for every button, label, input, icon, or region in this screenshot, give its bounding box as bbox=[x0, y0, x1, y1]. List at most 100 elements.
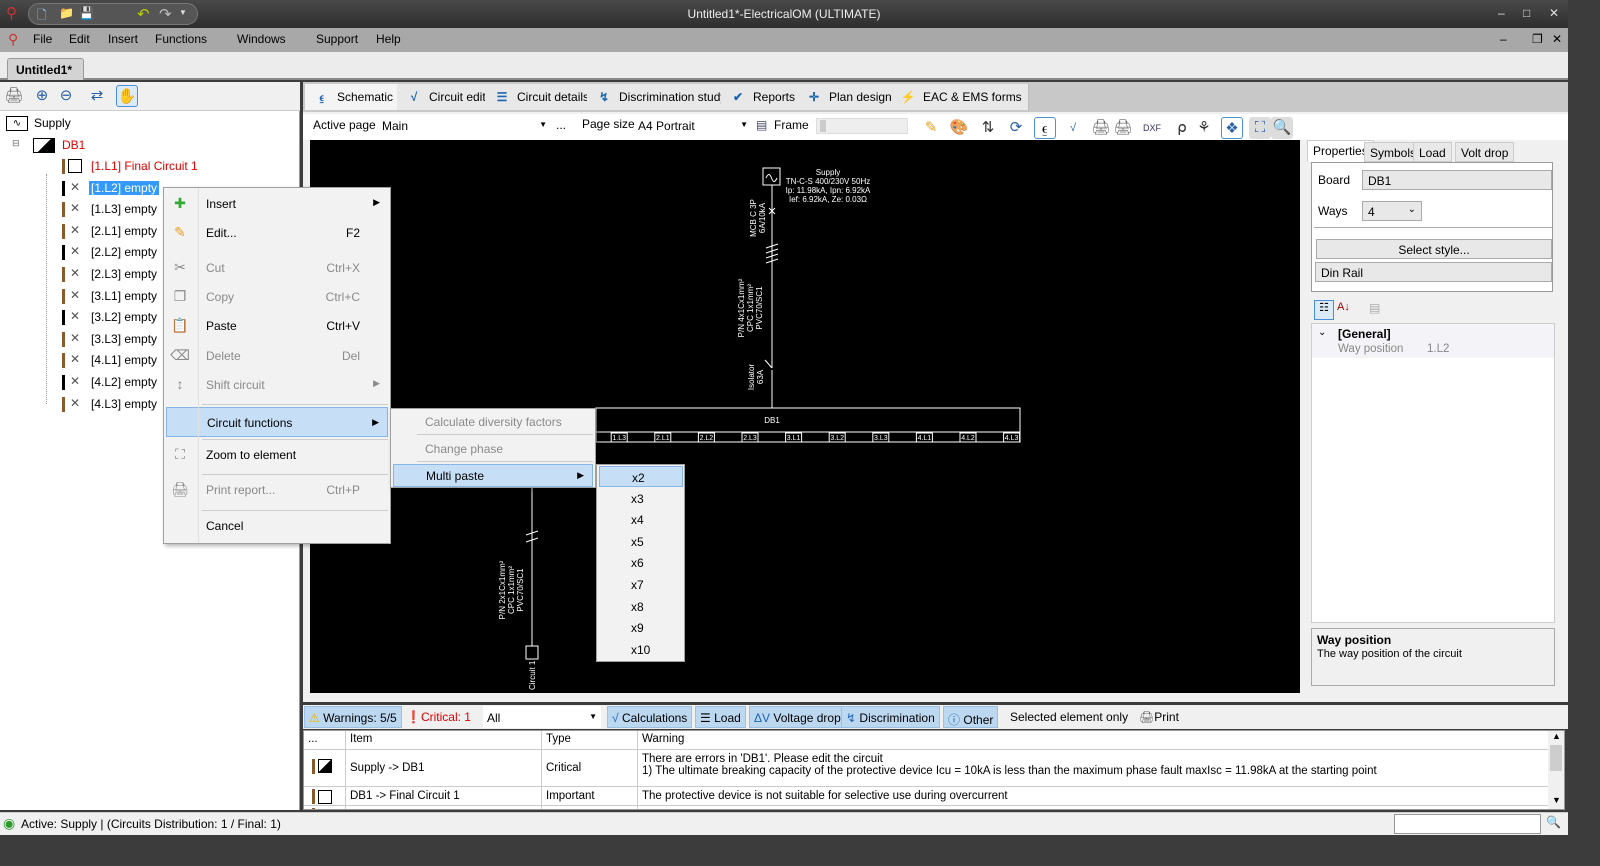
tab-circuit-details[interactable]: ☰ Circuit details bbox=[485, 84, 597, 110]
menu-support[interactable]: Support bbox=[316, 32, 358, 46]
tab-circuit-edit[interactable]: √ Circuit edit bbox=[397, 84, 493, 110]
schematic-view-icon[interactable]: ⍷ bbox=[1034, 117, 1056, 139]
menu-item-cancel[interactable]: Cancel bbox=[166, 513, 388, 539]
load-filter[interactable]: ☰ Load bbox=[695, 706, 746, 728]
menu-item-change-phase[interactable]: Change phase bbox=[393, 436, 593, 462]
categorized-icon[interactable]: ☷ bbox=[1314, 300, 1334, 320]
multi-paste-x5[interactable]: x5 bbox=[599, 531, 683, 552]
multi-paste-x9[interactable]: x9 bbox=[599, 617, 683, 638]
multi-paste-x3[interactable]: x3 bbox=[599, 488, 683, 509]
property-value[interactable]: 1.L2 bbox=[1427, 343, 1449, 355]
column-header[interactable]: Item bbox=[346, 731, 542, 750]
zoom-in-icon[interactable]: ⊕ bbox=[31, 85, 53, 107]
swap-icon[interactable]: ⇄ bbox=[86, 85, 108, 107]
tab-reports[interactable]: ✔ Reports bbox=[721, 84, 803, 110]
search-icon[interactable]: 🔍 bbox=[1546, 815, 1561, 829]
menu-item-cut[interactable]: ✂ Cut Ctrl+X bbox=[166, 255, 388, 281]
ways-select[interactable]: 4 ⌄ bbox=[1362, 201, 1422, 221]
page-more-button[interactable]: ... bbox=[556, 118, 566, 132]
warning-filter-select[interactable]: All ▼ bbox=[483, 706, 601, 728]
table-scrollbar[interactable]: ▲ ▼ bbox=[1548, 731, 1564, 809]
multi-paste-x7[interactable]: x7 bbox=[599, 574, 683, 595]
menu-functions[interactable]: Functions bbox=[155, 32, 207, 46]
menu-windows[interactable]: Windows bbox=[237, 32, 286, 46]
tab-volt-drop[interactable]: Volt drop bbox=[1455, 142, 1515, 162]
multi-paste-x10[interactable]: x10 bbox=[599, 639, 683, 660]
menu-item-circuit-functions[interactable]: Circuit functions ▶ bbox=[166, 407, 388, 437]
calculations-filter[interactable]: √ Calculations bbox=[607, 706, 693, 728]
table-row[interactable]: Supply -> DB1 Critical There are errors in… bbox=[304, 750, 1549, 787]
menu-item-edit[interactable]: ✎ Edit... F2 bbox=[166, 220, 388, 246]
warnings-toggle[interactable]: ⚠ Warnings: 5/5 bbox=[304, 706, 402, 728]
switch-icon[interactable]: ⇅ bbox=[977, 117, 999, 139]
multi-paste-x8[interactable]: x8 bbox=[599, 596, 683, 617]
doc-restore-button[interactable]: ❐ bbox=[1532, 32, 1543, 46]
menu-item-copy[interactable]: ❐ Copy Ctrl+C bbox=[166, 284, 388, 310]
print-multi-icon[interactable]: 🖨 bbox=[1112, 117, 1134, 139]
app-menu-icon[interactable]: ⚲ bbox=[8, 31, 18, 48]
hand-icon[interactable]: ✋ bbox=[116, 85, 138, 107]
multi-paste-x2[interactable]: x2 bbox=[599, 466, 683, 487]
tab-discrimination-study[interactable]: ↯ Discrimination study bbox=[587, 84, 734, 110]
doc-close-button[interactable]: ✕ bbox=[1552, 32, 1562, 46]
zoom-fit-icon[interactable]: ⛶ bbox=[1249, 117, 1271, 139]
menu-item-shift-circuit[interactable]: ↕ Shift circuit ▶ bbox=[166, 372, 388, 398]
minimize-button[interactable]: – bbox=[1498, 6, 1505, 20]
column-header[interactable]: Warning bbox=[638, 731, 1549, 750]
page-size-select[interactable]: A4 Portrait ▼ bbox=[635, 116, 751, 136]
board-name-field[interactable]: DB1 bbox=[1362, 170, 1552, 190]
menu-item-insert[interactable]: ✚ Insert ▶ bbox=[166, 191, 388, 217]
menu-item-print-report[interactable]: 🖨 Print report... Ctrl+P bbox=[166, 477, 388, 503]
critical-toggle[interactable]: ❗Critical: 1 bbox=[402, 706, 475, 728]
tree-item-circuit[interactable]: [1.L1] Final Circuit 1 bbox=[0, 156, 300, 177]
palette-icon[interactable]: 🎨 bbox=[948, 117, 970, 139]
column-header[interactable]: Type bbox=[542, 731, 638, 750]
selected-element-only-toggle[interactable]: Selected element only bbox=[1006, 706, 1132, 728]
print-warnings-button[interactable]: 🖨Print bbox=[1135, 706, 1183, 728]
active-page-select[interactable]: Main ▼ bbox=[379, 116, 551, 136]
menu-item-multi-paste[interactable]: Multi paste ▶ bbox=[393, 464, 593, 487]
tree-layout-icon[interactable]: ⍴ bbox=[1171, 117, 1193, 139]
close-button[interactable]: ✕ bbox=[1549, 6, 1559, 20]
menu-edit[interactable]: Edit bbox=[69, 32, 90, 46]
discrimination-filter[interactable]: ↯ Discrimination bbox=[841, 706, 940, 728]
multi-paste-x4[interactable]: x4 bbox=[599, 509, 683, 530]
select-style-button[interactable]: Select style... bbox=[1316, 239, 1552, 259]
tab-plan-design[interactable]: ✛ Plan design bbox=[797, 84, 899, 110]
menu-help[interactable]: Help bbox=[376, 32, 401, 46]
zoom-out-icon[interactable]: ⊖ bbox=[55, 85, 77, 107]
voltage-drop-filter[interactable]: ΔV Voltage drop bbox=[749, 706, 846, 728]
sqrt-icon[interactable]: √ bbox=[1062, 117, 1084, 139]
menu-item-paste[interactable]: 📋 Paste Ctrl+V bbox=[166, 313, 388, 339]
menu-insert[interactable]: Insert bbox=[108, 32, 138, 46]
multi-paste-x6[interactable]: x6 bbox=[599, 552, 683, 573]
menu-item-calculate-diversity-factors[interactable]: Calculate diversity factors bbox=[393, 409, 593, 435]
frame-slider[interactable] bbox=[816, 118, 908, 134]
zoom-search-icon[interactable]: 🔍 bbox=[1271, 117, 1293, 139]
table-row[interactable]: DB1 -> Final Circuit 1Important The prote… bbox=[304, 787, 1549, 806]
refresh-icon[interactable]: ⟳ bbox=[1005, 117, 1027, 139]
other-filter[interactable]: ⓘ Other bbox=[943, 706, 999, 728]
tab-schematic[interactable]: ⍷ Schematic bbox=[305, 84, 401, 110]
menu-item-delete[interactable]: ⌫ Delete Del bbox=[166, 343, 388, 369]
menu-item-zoom-to-element[interactable]: ⛶ Zoom to element bbox=[166, 442, 388, 468]
sort-alpha-icon[interactable]: A↓ bbox=[1337, 301, 1350, 313]
tab-eac-ems-forms[interactable]: ⚡ EAC & EMS forms bbox=[891, 84, 1029, 110]
document-tab[interactable]: Untitled1* bbox=[7, 58, 84, 80]
print-icon[interactable]: 🖨 bbox=[1090, 117, 1112, 139]
doc-minimize-button[interactable]: – bbox=[1500, 32, 1507, 46]
print-tree-icon[interactable]: 🖨 bbox=[3, 85, 25, 107]
dxf-icon[interactable]: DXF bbox=[1141, 117, 1163, 139]
hierarchy-icon[interactable]: ⚘ bbox=[1193, 117, 1215, 139]
property-pages-icon[interactable]: ▤ bbox=[1369, 301, 1380, 315]
tab-load[interactable]: Load bbox=[1413, 142, 1452, 162]
menu-file[interactable]: File bbox=[33, 32, 52, 46]
column-header[interactable]: ... bbox=[304, 731, 346, 750]
collapse-icon[interactable]: ⊟ bbox=[12, 138, 20, 149]
status-search-input[interactable] bbox=[1394, 814, 1541, 834]
maximize-button[interactable]: □ bbox=[1523, 6, 1530, 20]
puzzle-icon[interactable]: ❖ bbox=[1221, 117, 1243, 139]
table-row[interactable]: DB1 -> Final Circuit 1Important The prote… bbox=[304, 806, 1549, 809]
pencil-icon[interactable]: ✎ bbox=[920, 117, 942, 139]
chevron-down-icon[interactable]: ⌄ bbox=[1318, 327, 1326, 338]
